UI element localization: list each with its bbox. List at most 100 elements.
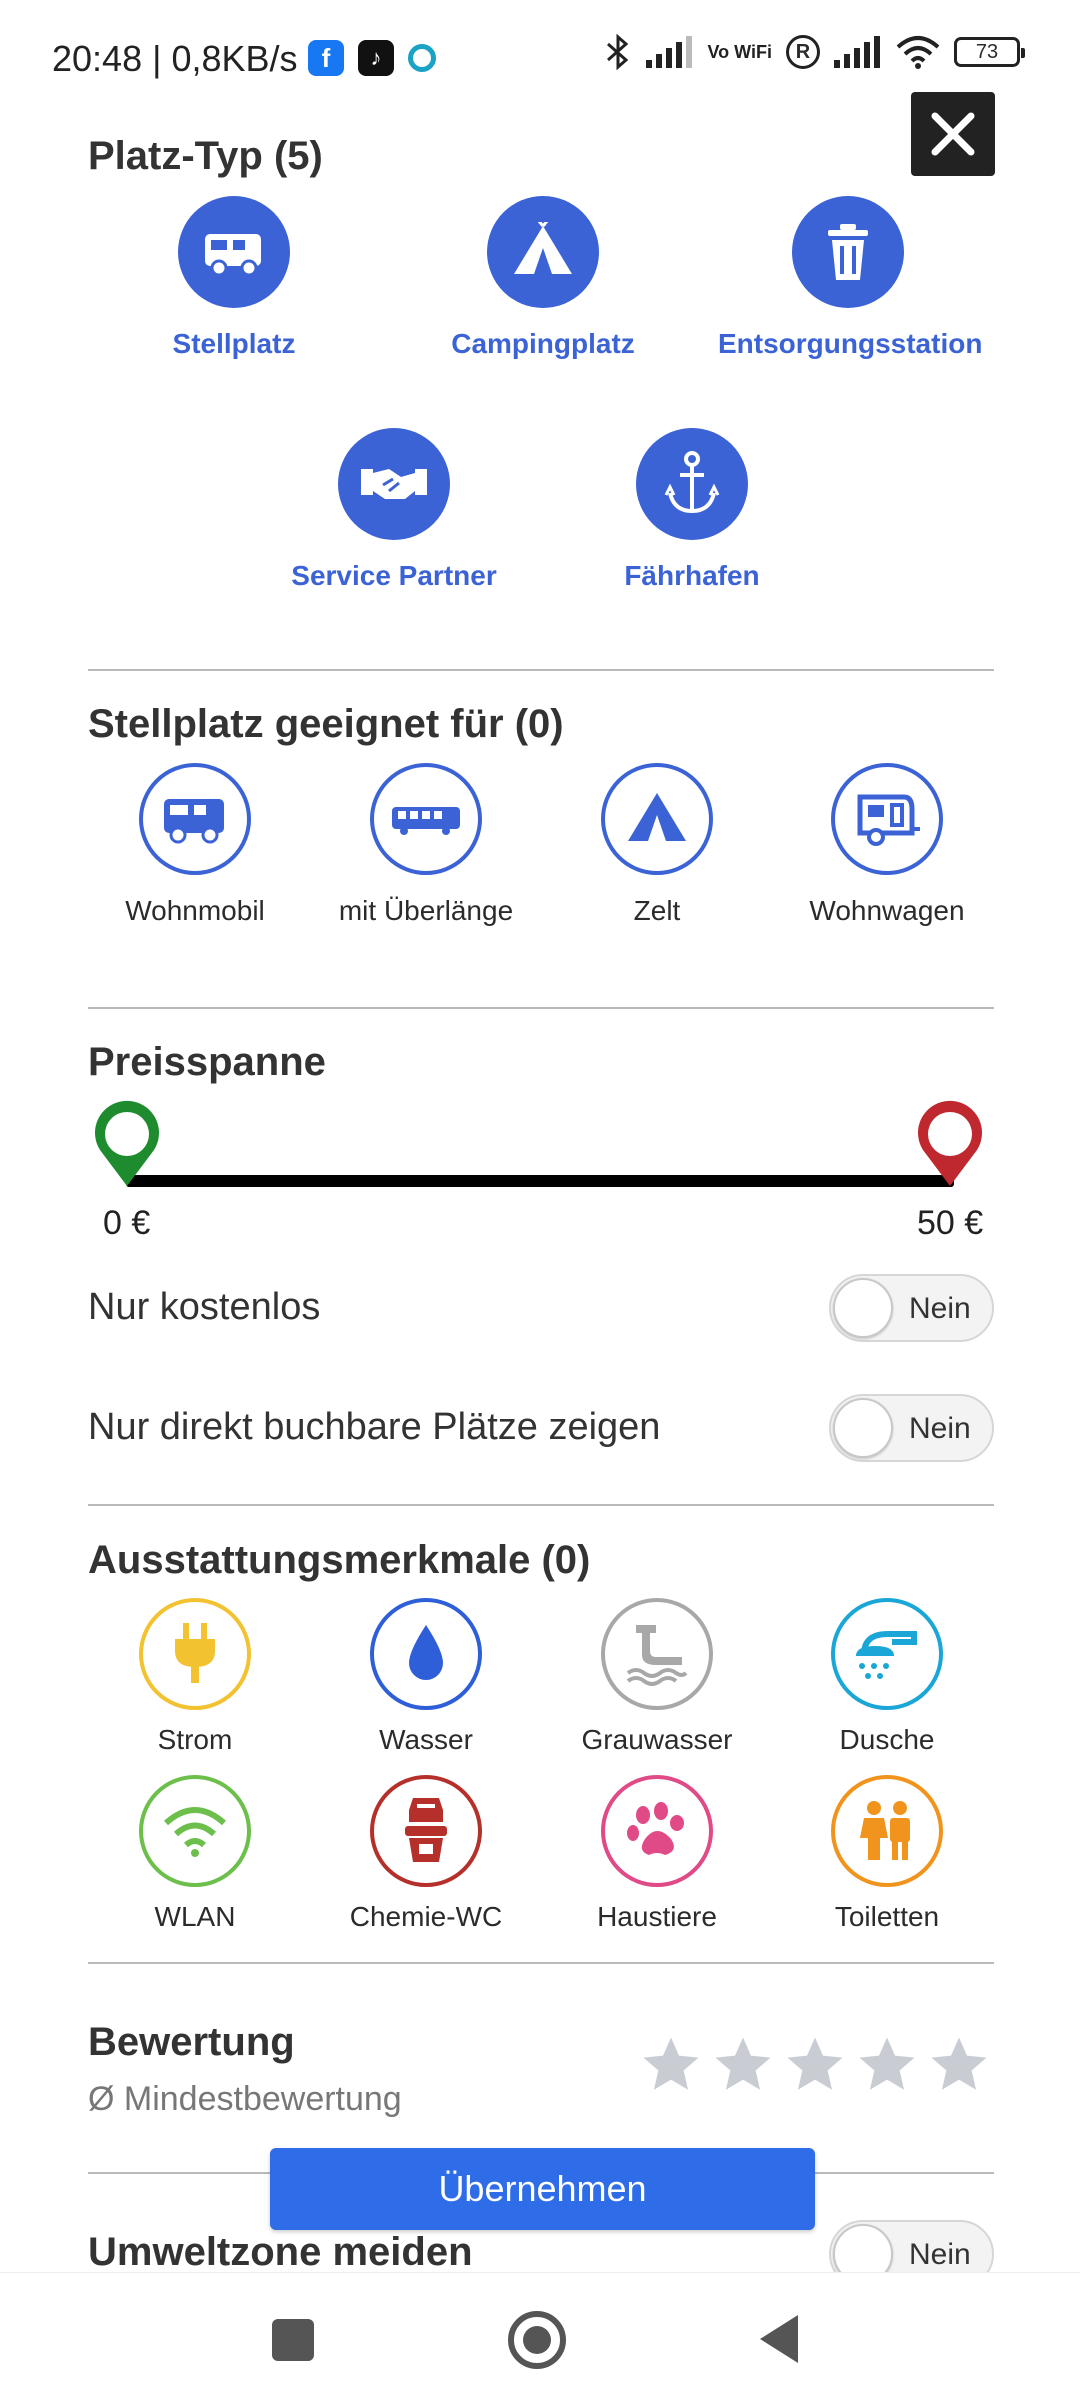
long-bus-icon <box>370 763 482 875</box>
platz-typ-label: Service Partner <box>291 560 497 591</box>
apply-button[interactable]: Übernehmen <box>270 2148 815 2230</box>
amenity-strom[interactable]: Strom <box>80 1598 310 1756</box>
divider <box>88 669 994 671</box>
bookable-toggle[interactable]: Nein <box>829 1394 994 1462</box>
umweltzone-title: Umweltzone meiden <box>88 2230 473 2274</box>
platz-typ-label: Fährhafen <box>624 560 760 591</box>
registered-icon: R <box>786 35 820 69</box>
motorhome-icon <box>139 763 251 875</box>
water-drop-icon <box>370 1598 482 1710</box>
only-free-toggle[interactable]: Nein <box>829 1274 994 1342</box>
trash-can-icon <box>792 196 904 308</box>
vowifi-icon: Vo WiFi <box>707 42 773 62</box>
geeignet-wohnmobil[interactable]: Wohnmobil <box>80 763 310 927</box>
toggle-value: Nein <box>909 1412 971 1445</box>
bookable-label: Nur direkt buchbare Plätze zeigen <box>88 1406 661 1448</box>
wifi-icon <box>896 36 940 69</box>
star-icon-5[interactable] <box>926 2032 992 2098</box>
amenity-label: Strom <box>157 1724 233 1755</box>
geeignet-ueberlaenge[interactable]: mit Überlänge <box>311 763 541 927</box>
divider <box>88 1007 994 1009</box>
geeignet-label: mit Überlänge <box>338 895 514 926</box>
ausstattung-title: Ausstattungsmerkmale (0) <box>88 1538 591 1582</box>
geeignet-label: Wohnwagen <box>809 895 965 926</box>
facebook-icon: f <box>308 40 344 76</box>
system-nav-bar <box>0 2272 1080 2400</box>
geeignet-label: Wohnmobil <box>125 895 265 926</box>
location-icon <box>408 44 436 72</box>
amenity-wasser[interactable]: Wasser <box>311 1598 541 1756</box>
amenity-haustiere[interactable]: Haustiere <box>542 1775 772 1933</box>
battery-icon: 73 <box>954 37 1025 67</box>
geeignet-zelt[interactable]: Zelt <box>542 763 772 927</box>
caravan-icon <box>831 763 943 875</box>
amenity-label: Toiletten <box>834 1901 940 1932</box>
bewertung-title: Bewertung <box>88 2020 295 2064</box>
only-free-label: Nur kostenlos <box>88 1286 321 1328</box>
rating-stars[interactable] <box>638 2032 992 2098</box>
notification-icons: f ♪ <box>308 40 436 76</box>
platz-typ-stellplatz[interactable]: Stellplatz <box>104 196 364 360</box>
anchor-icon <box>636 428 748 540</box>
bluetooth-icon <box>606 34 628 70</box>
signal-icon-2 <box>834 36 880 68</box>
platz-typ-faehrhafen[interactable]: Fährhafen <box>562 428 822 592</box>
platz-typ-title: Platz-Typ (5) <box>88 134 323 178</box>
toggle-knob <box>833 1278 893 1338</box>
platz-typ-label: Entsorgungsstation <box>718 328 983 359</box>
geeignet-wohnwagen[interactable]: Wohnwagen <box>772 763 1002 927</box>
platz-typ-label: Campingplatz <box>451 328 635 359</box>
amenity-dusche[interactable]: Dusche <box>772 1598 1002 1756</box>
geeignet-title: Stellplatz geeignet für (0) <box>88 702 564 746</box>
price-min-handle[interactable] <box>92 1100 162 1190</box>
price-min-value: 0 € <box>103 1204 151 1242</box>
star-icon-4[interactable] <box>854 2032 920 2098</box>
toggle-value: Nein <box>909 1292 971 1325</box>
platz-typ-service-partner[interactable]: Service Partner <box>264 428 524 592</box>
wifi-icon <box>139 1775 251 1887</box>
camper-icon <box>178 196 290 308</box>
platz-typ-campingplatz[interactable]: Campingplatz <box>413 196 673 360</box>
paw-icon <box>601 1775 713 1887</box>
divider <box>88 1504 994 1506</box>
amenity-label: Dusche <box>839 1724 935 1755</box>
star-icon-3[interactable] <box>782 2032 848 2098</box>
bewertung-subtitle: Ø Mindestbewertung <box>88 2080 402 2118</box>
amenity-wlan[interactable]: WLAN <box>80 1775 310 1933</box>
star-icon-1[interactable] <box>638 2032 704 2098</box>
tent-icon <box>601 763 713 875</box>
tiktok-icon: ♪ <box>358 40 394 76</box>
amenity-chemie-wc[interactable]: Chemie-WC <box>311 1775 541 1933</box>
chemical-toilet-icon <box>370 1775 482 1887</box>
close-button[interactable] <box>911 92 995 176</box>
status-icons: Vo WiFi R 73 <box>604 34 1025 70</box>
geeignet-label: Zelt <box>633 895 681 926</box>
price-slider-track[interactable] <box>126 1175 954 1187</box>
tent-icon <box>487 196 599 308</box>
plug-icon <box>139 1598 251 1710</box>
signal-icon <box>645 36 692 68</box>
toggle-value: Nein <box>909 2238 971 2271</box>
price-max-value: 50 € <box>917 1204 984 1242</box>
shower-icon <box>831 1598 943 1710</box>
divider <box>88 1962 994 1964</box>
handshake-icon <box>338 428 450 540</box>
toilets-icon <box>831 1775 943 1887</box>
recent-apps-button[interactable] <box>272 2319 314 2361</box>
platz-typ-entsorgungsstation[interactable]: Entsorgungsstation <box>718 196 983 360</box>
amenity-grauwasser[interactable]: Grauwasser <box>542 1598 772 1756</box>
platz-typ-label: Stellplatz <box>172 328 296 359</box>
star-icon-2[interactable] <box>710 2032 776 2098</box>
close-icon <box>931 112 975 156</box>
home-button[interactable] <box>508 2311 566 2369</box>
status-time: 20:48 | 0,8KB/s <box>52 38 298 79</box>
toggle-knob <box>833 1398 893 1458</box>
price-max-handle[interactable] <box>915 1100 985 1190</box>
amenity-label: Chemie-WC <box>349 1901 503 1932</box>
amenity-toiletten[interactable]: Toiletten <box>772 1775 1002 1933</box>
amenity-label: Grauwasser <box>581 1724 733 1755</box>
amenity-label: WLAN <box>154 1901 236 1932</box>
grey-water-icon <box>601 1598 713 1710</box>
amenity-label: Wasser <box>379 1724 473 1755</box>
back-button[interactable] <box>760 2315 798 2363</box>
